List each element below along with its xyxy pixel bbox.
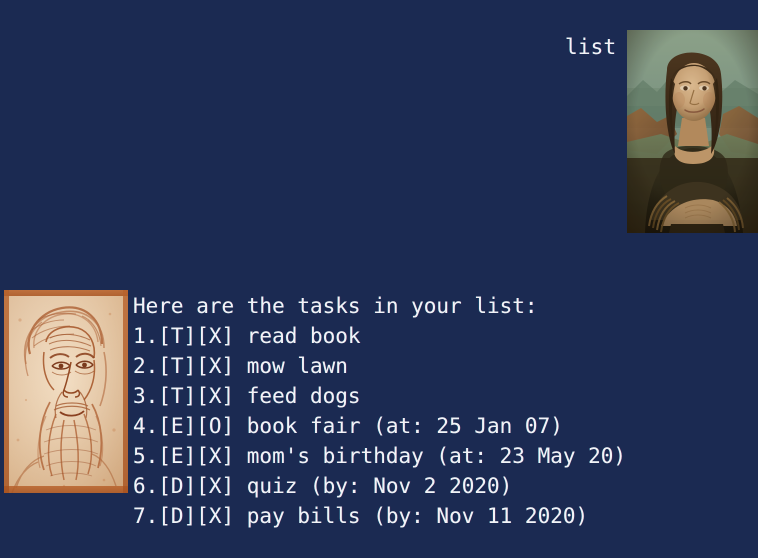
task-line-3: 3.[T][X] feed dogs: [133, 384, 361, 408]
task-line-1: 1.[T][X] read book: [133, 324, 361, 348]
mona-lisa-image: [627, 30, 758, 233]
app-root: list Here are the tasks in your list: 1.…: [0, 0, 758, 558]
header-label: list: [565, 35, 617, 59]
self-portrait-image: [4, 290, 128, 493]
task-line-4: 4.[E][O] book fair (at: 25 Jan 07): [133, 414, 563, 438]
console-output: Here are the tasks in your list: 1.[T][X…: [133, 291, 753, 531]
console-line-heading: Here are the tasks in your list:: [133, 294, 538, 318]
task-line-2: 2.[T][X] mow lawn: [133, 354, 348, 378]
task-line-7: 7.[D][X] pay bills (by: Nov 11 2020): [133, 504, 589, 528]
task-line-6: 6.[D][X] quiz (by: Nov 2 2020): [133, 474, 513, 498]
task-line-5: 5.[E][X] mom's birthday (at: 23 May 20): [133, 444, 627, 468]
